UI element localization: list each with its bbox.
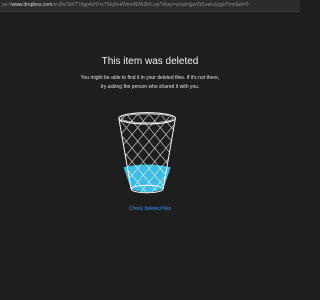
deleted-message: You might be able to find it in your del…: [40, 74, 260, 92]
deleted-item-page: This item was deleted You might be able …: [0, 12, 300, 300]
wastebasket-icon: [118, 112, 176, 194]
check-deleted-files-link[interactable]: Check deleted files: [0, 205, 300, 213]
message-line-1: You might be able to find it in your del…: [80, 75, 220, 81]
url-text[interactable]: ps://www.dropbox.com/scl/fo/1k6T7dgp4rH7…: [2, 1, 249, 10]
url-host: www.dropbox.com: [11, 2, 53, 8]
address-bar[interactable]: ps://www.dropbox.com/scl/fo/1k6T7dgp4rH7…: [0, 0, 300, 12]
message-line-2: try asking the person who shared it with…: [100, 84, 200, 90]
url-path: /scl/fo/1k6T7dgp4rH7rcTMq9ekWmnNWt3h6.zi…: [52, 2, 249, 8]
page-title: This item was deleted: [101, 56, 199, 67]
